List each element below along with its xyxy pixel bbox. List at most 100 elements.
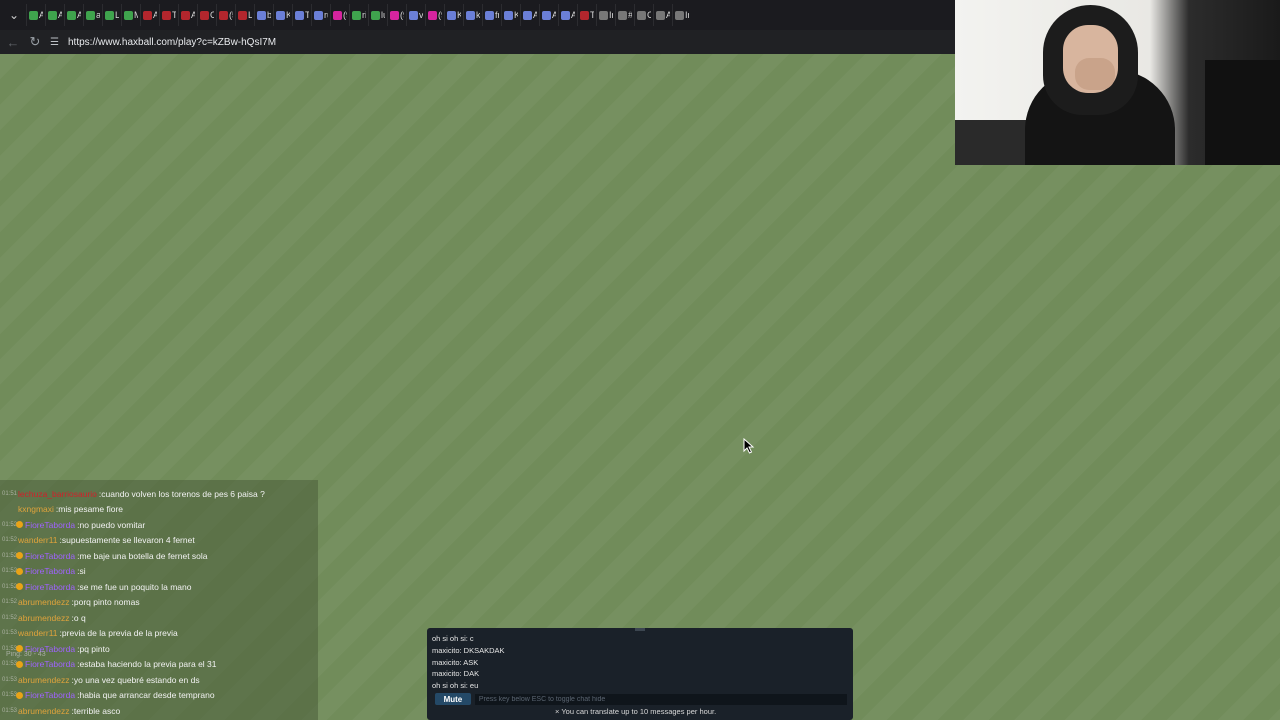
chat-message-text: se me fue un poquito la mano (79, 581, 192, 592)
browser-tab[interactable]: Al (45, 4, 64, 26)
tab-favicon-icon (257, 10, 266, 20)
tab-label: Lu (115, 10, 119, 20)
browser-tab[interactable]: K (501, 4, 520, 26)
url-text: https://www.haxball.com/play?c=kZBw-hQsI… (68, 36, 277, 48)
message-time: 01:53 (2, 661, 18, 668)
chat-username[interactable]: abrumendezz (18, 597, 70, 607)
tab-search-chevron-icon[interactable]: ⌄ (2, 3, 26, 27)
browser-tab[interactable]: M (121, 4, 140, 26)
twitch-chat-message: 01:53 abrumendezz: terrible asco (0, 703, 318, 719)
site-info-icon[interactable]: ☰ (50, 37, 64, 48)
message-time: 01:52 (2, 614, 18, 621)
chat-username[interactable]: FioreTaborda (25, 690, 75, 700)
browser-tab[interactable]: Lu (102, 4, 121, 26)
chat-message-text: me baje una botella de fernet sola (79, 550, 208, 561)
tab-favicon-icon (276, 10, 285, 20)
browser-tab[interactable]: Tr (159, 4, 178, 26)
browser-tab[interactable]: Al (178, 4, 197, 26)
chat-username[interactable]: FioreTaborda (25, 520, 75, 530)
url-field[interactable]: ☰ https://www.haxball.com/play?c=kZBw-hQ… (50, 32, 930, 52)
tab-favicon-icon (504, 10, 513, 20)
browser-tab[interactable]: Al (26, 4, 45, 26)
twitch-chat-message: 01:52 FioreTaborda: si (0, 564, 318, 580)
chat-message-text: supuestamente se llevaron 4 fernet (61, 535, 195, 546)
twitch-chat-message: 01:53 abrumendezz: yo una vez quebré esta… (0, 672, 318, 688)
browser-tab[interactable]: Al (140, 4, 159, 26)
message-time: 01:52 (2, 521, 18, 528)
browser-tab[interactable]: a! (83, 4, 102, 26)
chat-message-text: porq pinto nomas (73, 597, 140, 608)
chat-username[interactable]: FioreTaborda (25, 582, 75, 592)
tab-favicon-icon (162, 10, 171, 20)
tab-label: LC (248, 10, 252, 20)
browser-tab[interactable]: A (520, 4, 539, 26)
browser-tab[interactable]: Ir (596, 4, 615, 26)
tab-label: bi (267, 10, 271, 20)
browser-tab[interactable]: vi (406, 4, 425, 26)
tab-favicon-icon (523, 10, 532, 20)
tab-label: ru (324, 10, 328, 20)
browser-tab[interactable]: ki (463, 4, 482, 26)
chat-username[interactable]: abrumendezz (18, 675, 70, 685)
sub-badge-icon (16, 583, 23, 591)
browser-tab[interactable]: K (273, 4, 292, 26)
twitch-chat-message: 01:52 FioreTaborda: me baje una botella d… (0, 548, 318, 564)
tab-favicon-icon (390, 10, 399, 20)
browser-tab[interactable]: bi (254, 4, 273, 26)
chat-resize-handle[interactable] (635, 628, 645, 631)
browser-tab[interactable]: A (539, 4, 558, 26)
reload-icon[interactable]: ↻ (24, 31, 46, 53)
tab-favicon-icon (295, 10, 304, 20)
browser-tab[interactable]: A (653, 4, 672, 26)
browser-tab[interactable]: ru (311, 4, 330, 26)
tab-label: Tr (172, 10, 176, 20)
browser-tab[interactable]: ri (349, 4, 368, 26)
message-time: 01:53 (2, 707, 18, 714)
browser-tab[interactable]: Tl (292, 4, 311, 26)
chat-message-text: terrible asco (73, 705, 121, 716)
chat-username[interactable]: FioreTaborda (25, 659, 75, 669)
browser-tab[interactable]: (9 (425, 4, 444, 26)
ping-readout: Ping: 30 - 43 (6, 651, 46, 658)
tab-favicon-icon (618, 10, 627, 20)
chat-username[interactable]: lechuza_barriosaurio (18, 489, 97, 499)
tab-favicon-icon (238, 10, 247, 20)
tab-label: A (552, 10, 556, 20)
chat-username[interactable]: FioreTaborda (25, 551, 75, 561)
browser-tab[interactable]: # (615, 4, 634, 26)
browser-tab[interactable]: Tr (577, 4, 596, 26)
browser-tab[interactable]: LC (235, 4, 254, 26)
tab-label: K (514, 10, 518, 20)
chat-username[interactable]: abrumendezz (18, 613, 70, 623)
browser-tab[interactable]: fr (482, 4, 501, 26)
tab-label: (9 (438, 10, 442, 20)
browser-tab[interactable]: Ir (672, 4, 691, 26)
message-time: 01:53 (2, 630, 18, 637)
tab-favicon-icon (409, 10, 418, 20)
chat-username[interactable]: kxngmaxi (18, 504, 54, 514)
tab-label: (9 (400, 10, 404, 20)
translate-notice[interactable]: × You can translate up to 10 messages pe… (555, 707, 716, 716)
browser-tab[interactable]: lu (368, 4, 387, 26)
twitch-chat-message: 01:52 wanderr11: supuestamente se llevaro… (0, 533, 318, 549)
chat-username[interactable]: wanderr11 (18, 535, 58, 545)
browser-tab[interactable]: K (444, 4, 463, 26)
browser-tab[interactable]: Al (64, 4, 83, 26)
chat-input[interactable] (474, 693, 847, 705)
back-arrow-icon[interactable]: ← (2, 31, 24, 53)
twitch-chat-message: 01:52 FioreTaborda: se me fue un poquito … (0, 579, 318, 595)
chat-username[interactable]: wanderr11 (18, 628, 58, 638)
browser-tab[interactable]: C (634, 4, 653, 26)
browser-tab[interactable]: (5 (216, 4, 235, 26)
browser-tab[interactable]: (9 (387, 4, 406, 26)
chat-username[interactable]: abrumendezz (18, 706, 70, 716)
browser-tab[interactable]: A (558, 4, 577, 26)
tab-label: A (533, 10, 537, 20)
chat-username[interactable]: FioreTaborda (25, 566, 75, 576)
mute-button[interactable]: Mute (435, 693, 471, 705)
tab-favicon-icon (86, 10, 95, 20)
browser-tab[interactable]: C (197, 4, 216, 26)
browser-tab[interactable]: (9 (330, 4, 349, 26)
twitch-chat-message: 01:53 FioreTaborda: estaba haciendo la pr… (0, 657, 318, 673)
room-chat-panel: oh si oh si: c maxicito: DKSAKDAK maxicito… (427, 628, 853, 720)
